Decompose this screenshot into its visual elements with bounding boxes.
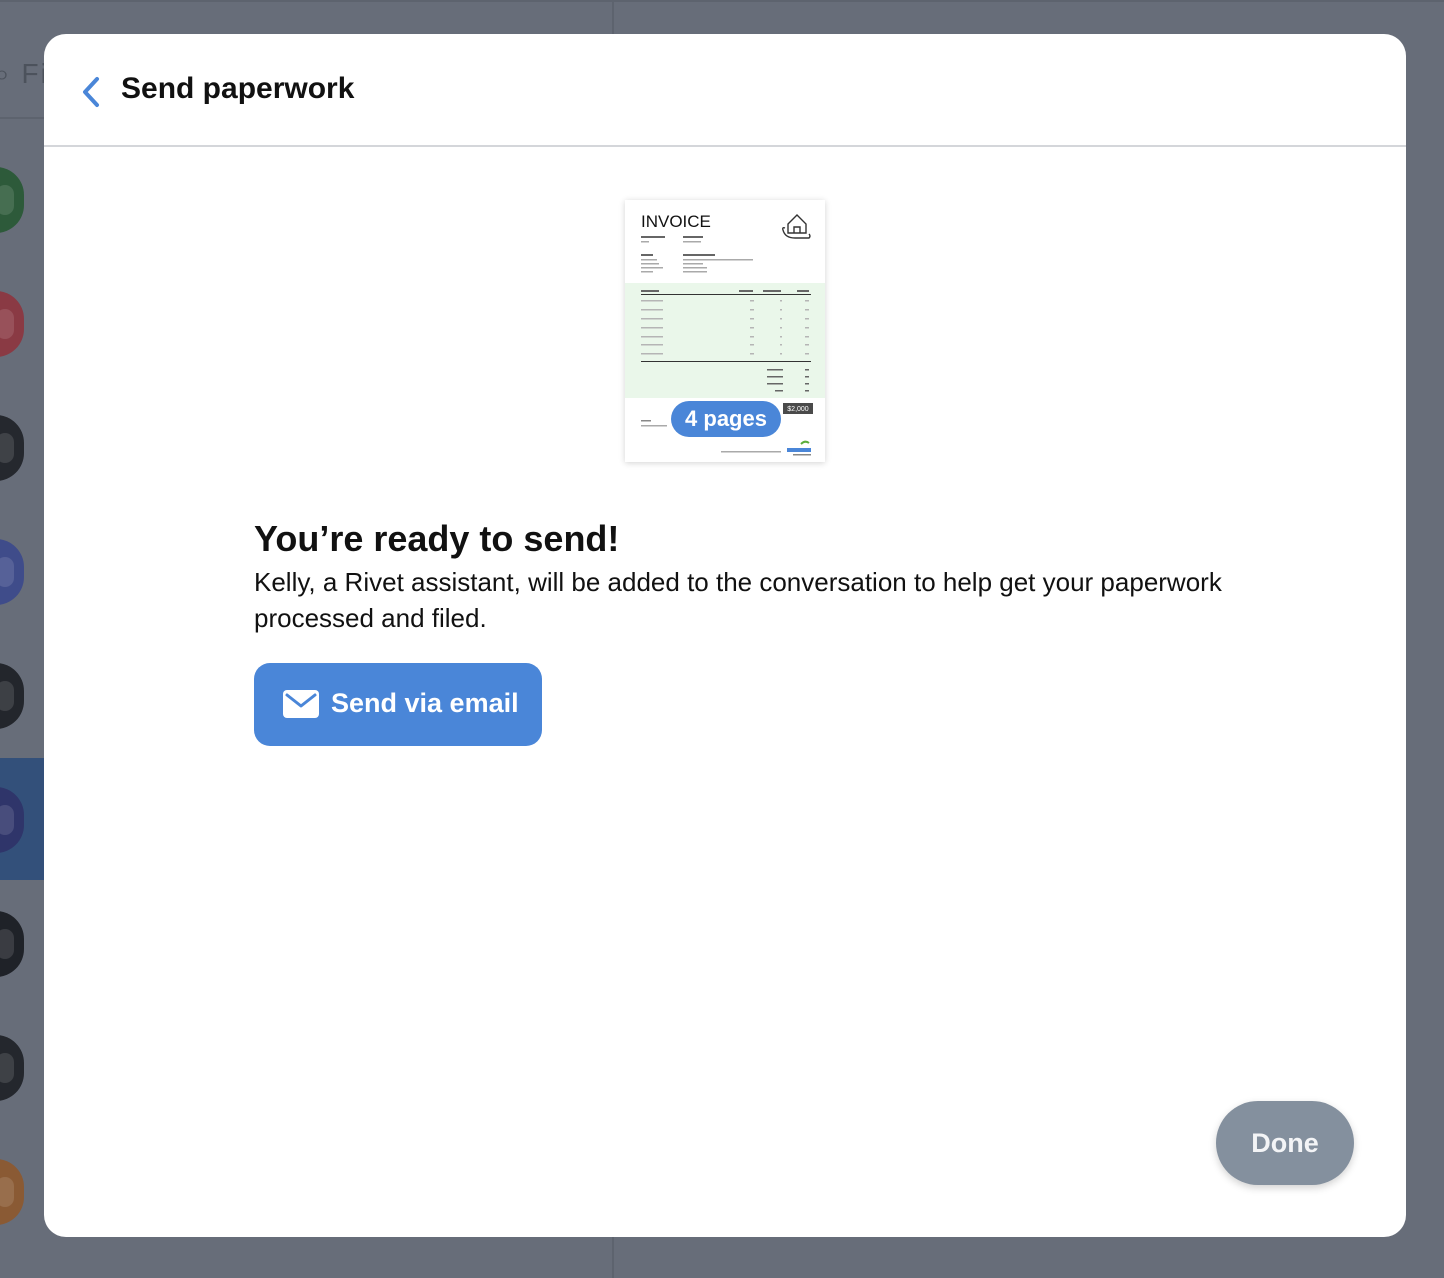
background-avatar <box>0 1035 24 1101</box>
background-avatar <box>0 291 24 357</box>
modal-header: Send paperwork <box>44 34 1406 147</box>
background-avatar <box>0 1159 24 1225</box>
house-hand-icon <box>782 214 811 239</box>
send-via-email-button[interactable]: Send via email <box>254 663 542 746</box>
modal-title: Send paperwork <box>121 72 355 105</box>
background-search-field: ⌕ Fi <box>0 58 49 89</box>
background-avatar <box>0 911 24 977</box>
background-avatar <box>0 415 24 481</box>
background-top-border <box>0 0 1444 2</box>
chevron-left-icon <box>83 77 99 107</box>
back-button[interactable] <box>74 72 108 112</box>
envelope-icon <box>283 690 319 718</box>
ready-description: Kelly, a Rivet assistant, will be added … <box>254 567 1222 633</box>
invoice-doc-title: INVOICE <box>641 212 711 231</box>
done-button[interactable]: Done <box>1216 1101 1354 1185</box>
background-avatar <box>0 539 24 605</box>
invoice-total: $2,000 <box>787 406 809 413</box>
background-avatar <box>0 663 24 729</box>
bottom-logo <box>787 440 811 456</box>
ready-title: You’re ready to send! <box>254 518 620 559</box>
pages-badge: 4 pages <box>671 401 781 437</box>
send-via-email-label: Send via email <box>331 688 519 718</box>
background-search-divider <box>0 117 44 119</box>
send-paperwork-modal: Send paperwork INVOICE $2,000 4 pages Yo… <box>44 34 1406 1237</box>
background-avatar <box>0 167 24 233</box>
